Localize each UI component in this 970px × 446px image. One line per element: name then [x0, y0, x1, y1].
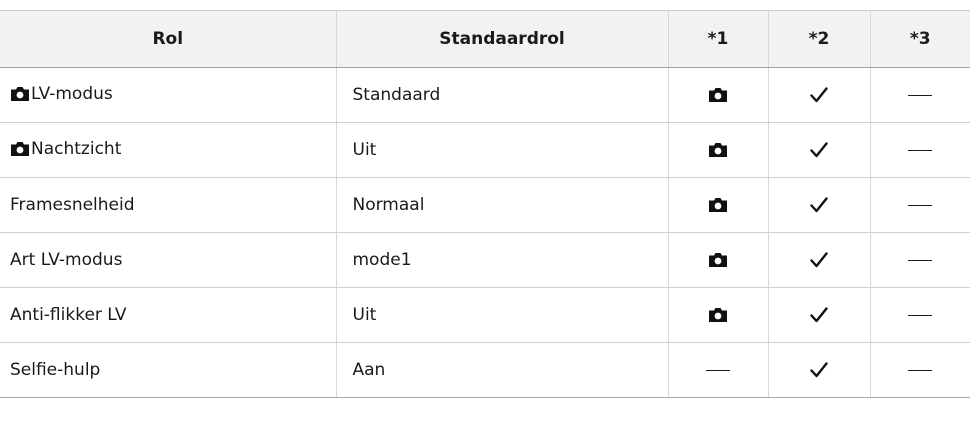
role-label: Anti-flikker LV [10, 305, 127, 325]
role-cell: Framesnelheid [0, 177, 337, 233]
dash-icon [706, 369, 730, 371]
note-1-cell [667, 287, 769, 343]
table-row: Nachtzicht Uit [0, 122, 970, 178]
note-3-cell [869, 287, 970, 343]
default-value: Uit [335, 287, 669, 343]
check-icon [810, 252, 828, 268]
dash-icon [908, 314, 933, 316]
role-label-wrap: LV-modus [10, 84, 113, 104]
default-value: mode1 [335, 232, 669, 288]
dash-icon [908, 259, 933, 261]
role-label: LV-modus [31, 83, 113, 104]
table-row: Art LV-modus mode1 [0, 232, 970, 288]
default-value: Normaal [335, 177, 669, 233]
note-2-cell [767, 232, 871, 288]
note-1-cell [667, 67, 769, 123]
role-label: Selfie-hulp [10, 360, 101, 380]
default-value: Aan [335, 342, 669, 398]
table-row: Selfie-hulp Aan [0, 342, 970, 398]
note-2-cell [767, 177, 871, 233]
note-3-cell [869, 122, 970, 178]
check-icon [810, 362, 828, 378]
table-header: Rol Standaardrol *1 *2 *3 [0, 10, 970, 68]
settings-table: Rol Standaardrol *1 *2 *3 LV-modus Standa… [0, 10, 970, 398]
role-cell: Selfie-hulp [0, 342, 337, 398]
note-2-cell [767, 287, 871, 343]
dash-icon [908, 369, 933, 371]
dash-icon [908, 204, 933, 206]
dash-icon [908, 149, 933, 151]
role-cell: Anti-flikker LV [0, 287, 337, 343]
camera-icon [709, 198, 727, 212]
table-row: Framesnelheid Normaal [0, 177, 970, 233]
camera-icon [709, 308, 727, 322]
note-1-cell [667, 232, 769, 288]
note-3-cell [869, 232, 970, 288]
note-2-cell [767, 67, 871, 123]
note-2-cell [767, 342, 871, 398]
table-row: Anti-flikker LV Uit [0, 287, 970, 343]
role-label: Nachtzicht [31, 138, 122, 159]
note-1-cell [667, 342, 769, 398]
camera-icon [709, 253, 727, 267]
camera-icon [709, 88, 727, 102]
role-label: Framesnelheid [10, 195, 135, 215]
role-cell: LV-modus [0, 67, 337, 123]
note-3-cell [869, 342, 970, 398]
camera-icon [11, 86, 29, 101]
check-icon [810, 307, 828, 323]
camera-icon [709, 143, 727, 157]
header-note-2: *2 [767, 10, 871, 68]
note-3-cell [869, 67, 970, 123]
role-label-wrap: Anti-flikker LV [10, 305, 127, 325]
table-body: LV-modus Standaard Nachtzicht Uit Framesnelh… [0, 67, 970, 398]
role-cell: Art LV-modus [0, 232, 337, 288]
role-label: Art LV-modus [10, 250, 123, 270]
dash-icon [908, 94, 933, 96]
camera-icon [11, 141, 29, 156]
header-role: Rol [0, 10, 337, 68]
default-value: Uit [335, 122, 669, 178]
header-note-1: *1 [667, 10, 769, 68]
role-label-wrap: Nachtzicht [10, 139, 121, 159]
role-label-wrap: Selfie-hulp [10, 360, 100, 380]
table-row: LV-modus Standaard [0, 67, 970, 123]
role-label-wrap: Art LV-modus [10, 250, 122, 270]
role-cell: Nachtzicht [0, 122, 337, 178]
note-1-cell [667, 122, 769, 178]
header-row: Rol Standaardrol *1 *2 *3 [0, 10, 970, 68]
default-value: Standaard [335, 67, 669, 123]
check-icon [810, 142, 828, 158]
note-1-cell [667, 177, 769, 233]
note-2-cell [767, 122, 871, 178]
note-3-cell [869, 177, 970, 233]
role-label-wrap: Framesnelheid [10, 195, 135, 215]
check-icon [810, 197, 828, 213]
header-note-3: *3 [869, 10, 970, 68]
check-icon [810, 87, 828, 103]
header-default: Standaardrol [335, 10, 669, 68]
